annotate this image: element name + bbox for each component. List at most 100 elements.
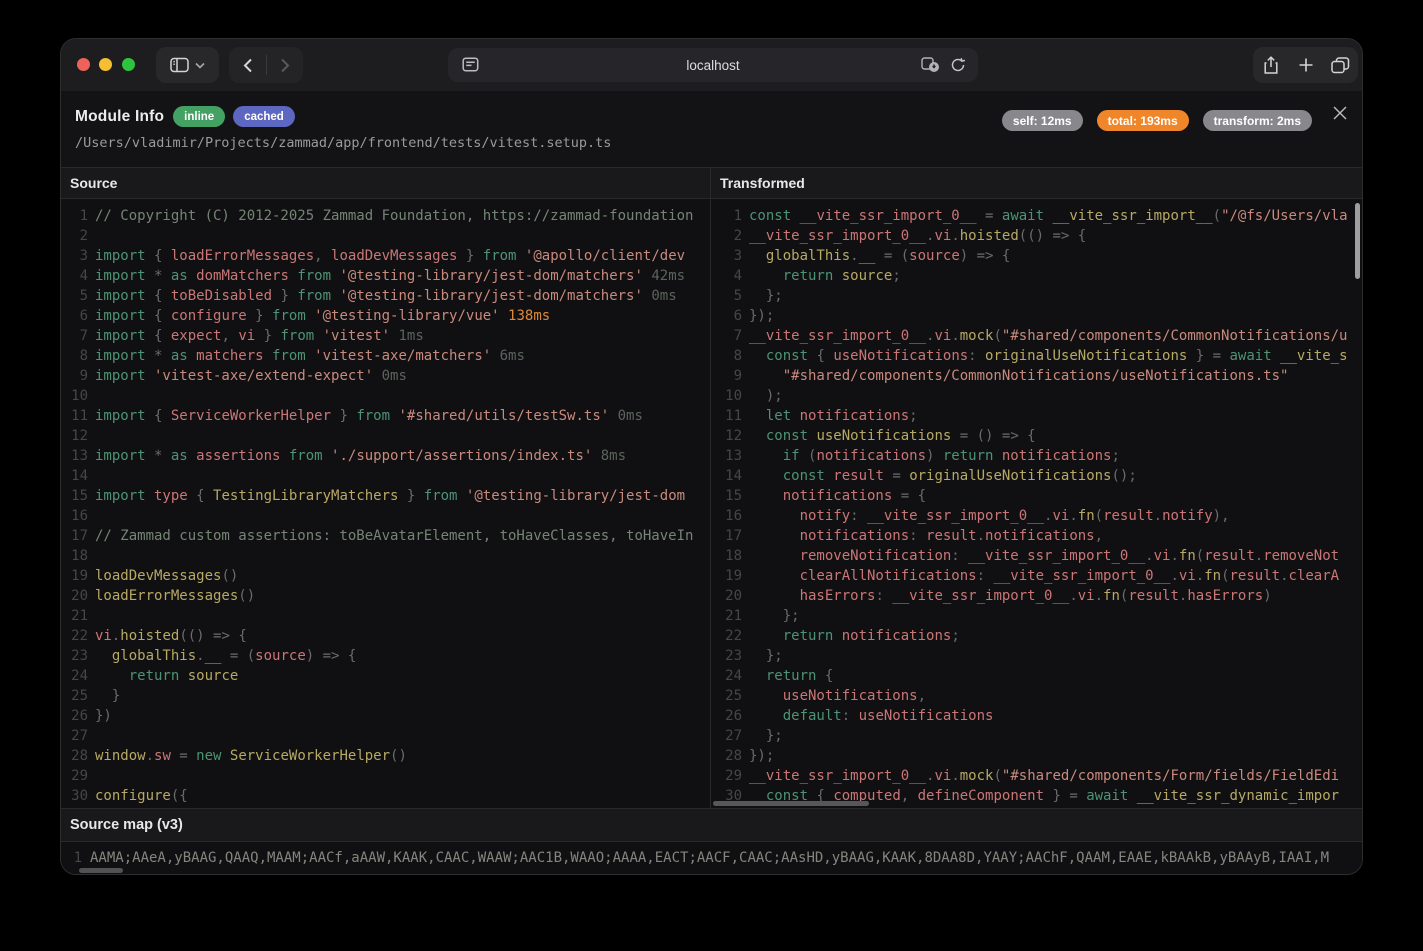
- code-line: 17 notifications: result.notifications,: [711, 526, 1362, 546]
- code-line: 14 const result = originalUseNotificatio…: [711, 466, 1362, 486]
- sourcemap-title: Source map (v3): [61, 809, 1362, 842]
- code-line: 22vi.hoisted(() => {: [61, 626, 710, 646]
- module-badges: inline cached: [173, 106, 295, 127]
- horizontal-scrollbar[interactable]: [713, 801, 869, 806]
- code-line: 16: [61, 506, 710, 526]
- code-line: 8 const { useNotifications: originalUseN…: [711, 346, 1362, 366]
- privacy-badge-icon[interactable]: [921, 57, 940, 73]
- code-line: 6import { configure } from '@testing-lib…: [61, 306, 710, 326]
- code-line: 12 const useNotifications = () => {: [711, 426, 1362, 446]
- code-line: 18: [61, 546, 710, 566]
- page-settings-icon[interactable]: [462, 57, 479, 72]
- code-line: 25 useNotifications,: [711, 686, 1362, 706]
- code-line: 18 removeNotification: __vite_ssr_import…: [711, 546, 1362, 566]
- minimize-window-button[interactable]: [99, 58, 112, 71]
- code-line: 16 notify: __vite_ssr_import_0__.vi.fn(r…: [711, 506, 1362, 526]
- code-line: 10 );: [711, 386, 1362, 406]
- source-panel: Source 1// Copyright (C) 2012-2025 Zamma…: [61, 168, 710, 808]
- transformed-panel-title: Transformed: [711, 168, 1362, 199]
- code-line: 19loadDevMessages(): [61, 566, 710, 586]
- code-line: 30configure({: [61, 786, 710, 806]
- code-line: 1const __vite_ssr_import_0__ = await __v…: [711, 206, 1362, 226]
- chevron-down-icon: [195, 62, 205, 69]
- timing-badges: self: 12ms total: 193ms transform: 2ms: [1002, 110, 1312, 131]
- code-line: 27: [61, 726, 710, 746]
- code-line: 20 hasErrors: __vite_ssr_import_0__.vi.f…: [711, 586, 1362, 606]
- back-button[interactable]: [229, 47, 266, 83]
- code-line: 21: [61, 606, 710, 626]
- browser-toolbar: localhost: [61, 39, 1362, 91]
- divider: [266, 55, 267, 75]
- timing-self: self: 12ms: [1002, 110, 1083, 131]
- code-line: 7import { expect, vi } from 'vitest' 1ms: [61, 326, 710, 346]
- code-line: 15import type { TestingLibraryMatchers }…: [61, 486, 710, 506]
- code-line: 5 };: [711, 286, 1362, 306]
- sourcemap-horizontal-scrollbar[interactable]: [79, 868, 123, 873]
- code-line: 26}): [61, 706, 710, 726]
- sidebar-icon: [170, 57, 189, 73]
- code-line: 27 };: [711, 726, 1362, 746]
- source-panel-title: Source: [61, 168, 710, 199]
- sourcemap-line: 1 AAMA;AAeA,yBAAG,QAAQ,MAAM;AACf,aAAW,KA…: [61, 842, 1362, 868]
- transformed-code: 1const __vite_ssr_import_0__ = await __v…: [711, 199, 1362, 808]
- navigation-buttons: [229, 47, 303, 83]
- code-line: 4 return source;: [711, 266, 1362, 286]
- timing-total: total: 193ms: [1097, 110, 1189, 131]
- tab-overview-button[interactable]: [1323, 47, 1358, 83]
- code-line: 23 globalThis.__ = (source) => {: [61, 646, 710, 666]
- code-line: 11 let notifications;: [711, 406, 1362, 426]
- code-line: 12: [61, 426, 710, 446]
- code-line: 24 return {: [711, 666, 1362, 686]
- url-text: localhost: [448, 58, 978, 73]
- code-line: 29__vite_ssr_import_0__.vi.mock("#shared…: [711, 766, 1362, 786]
- code-line: 9import 'vitest-axe/extend-expect' 0ms: [61, 366, 710, 386]
- address-bar[interactable]: localhost: [448, 48, 978, 82]
- code-line: 11import { ServiceWorkerHelper } from '#…: [61, 406, 710, 426]
- new-tab-button[interactable]: [1288, 47, 1323, 83]
- code-line: 22 return notifications;: [711, 626, 1362, 646]
- code-line: 21 };: [711, 606, 1362, 626]
- browser-window: localhost: [60, 38, 1363, 875]
- code-line: 19 clearAllNotifications: __vite_ssr_imp…: [711, 566, 1362, 586]
- reload-button[interactable]: [950, 57, 966, 73]
- vertical-scrollbar[interactable]: [1355, 203, 1360, 279]
- code-line: 20loadErrorMessages(): [61, 586, 710, 606]
- code-line: 28});: [711, 746, 1362, 766]
- page-title: Module Info: [75, 108, 164, 126]
- sourcemap-section: Source map (v3) 1 AAMA;AAeA,yBAAG,QAAQ,M…: [61, 808, 1362, 875]
- code-line: 13 if (notifications) return notificatio…: [711, 446, 1362, 466]
- source-code: 1// Copyright (C) 2012-2025 Zammad Found…: [61, 199, 710, 808]
- code-line: 9 "#shared/components/CommonNotification…: [711, 366, 1362, 386]
- code-line: 6});: [711, 306, 1362, 326]
- transformed-panel: Transformed 1const __vite_ssr_import_0__…: [710, 168, 1362, 808]
- code-line: 13import * as assertions from './support…: [61, 446, 710, 466]
- code-line: 8import * as matchers from 'vitest-axe/m…: [61, 346, 710, 366]
- toolbar-actions: [1253, 47, 1358, 83]
- zoom-window-button[interactable]: [122, 58, 135, 71]
- code-line: 5import { toBeDisabled } from '@testing-…: [61, 286, 710, 306]
- line-number: 1: [61, 848, 82, 868]
- timing-transform: transform: 2ms: [1203, 110, 1312, 131]
- module-info-header: Module Info inlinecached /Users/vladimir…: [61, 91, 1362, 167]
- close-window-button[interactable]: [77, 58, 90, 71]
- sidebar-toggle-button[interactable]: [156, 47, 219, 83]
- code-line: 29: [61, 766, 710, 786]
- code-line: 17// Zammad custom assertions: toBeAvata…: [61, 526, 710, 546]
- code-line: 2: [61, 226, 710, 246]
- close-button[interactable]: [1331, 104, 1349, 122]
- cached-badge: cached: [233, 106, 295, 127]
- code-line: 3 globalThis.__ = (source) => {: [711, 246, 1362, 266]
- code-line: 24 return source: [61, 666, 710, 686]
- code-line: 23 };: [711, 646, 1362, 666]
- code-line: 28window.sw = new ServiceWorkerHelper(): [61, 746, 710, 766]
- share-button[interactable]: [1253, 47, 1288, 83]
- code-line: 10: [61, 386, 710, 406]
- code-line: 14: [61, 466, 710, 486]
- inline-badge: inline: [173, 106, 225, 127]
- code-line: 4import * as domMatchers from '@testing-…: [61, 266, 710, 286]
- code-line: 3import { loadErrorMessages, loadDevMess…: [61, 246, 710, 266]
- forward-button[interactable]: [266, 47, 303, 83]
- code-panels: Source 1// Copyright (C) 2012-2025 Zamma…: [61, 167, 1362, 808]
- code-line: 7__vite_ssr_import_0__.vi.mock("#shared/…: [711, 326, 1362, 346]
- sourcemap-mappings: AAMA;AAeA,yBAAG,QAAQ,MAAM;AACf,aAAW,KAAK…: [90, 848, 1329, 868]
